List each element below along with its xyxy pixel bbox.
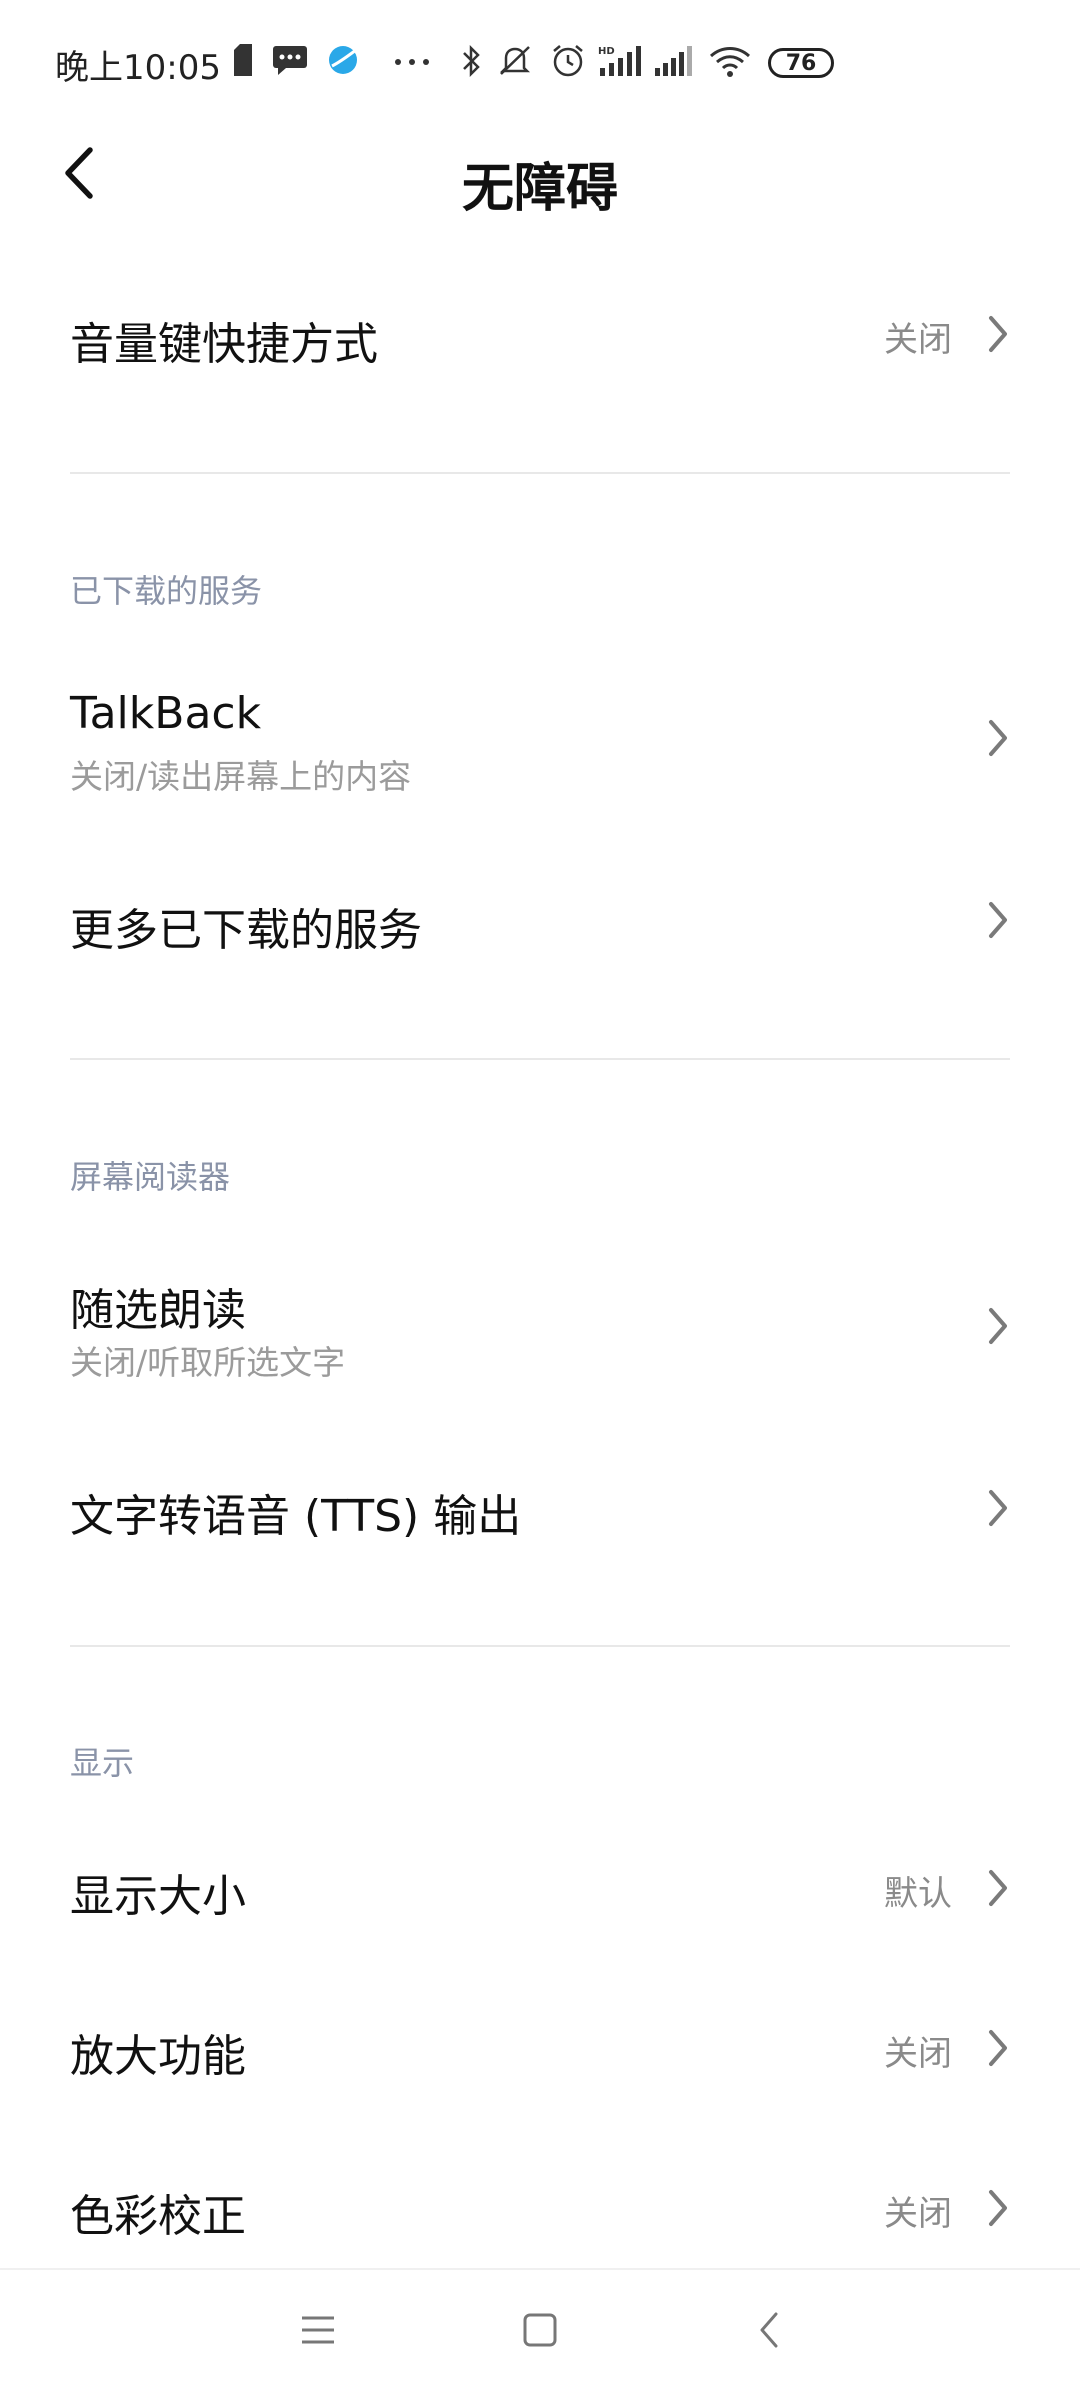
svg-text:HD: HD [598,46,615,57]
signal-icon [654,44,694,82]
select-to-speak-subtitle: 关闭/听取所选文字 [70,1343,346,1382]
chevron-right-icon [985,312,1011,360]
section-header-downloaded-services: 已下载的服务 [70,572,263,610]
alarm-icon [550,44,586,82]
more-dots-icon [392,44,432,80]
talkback-item[interactable]: TalkBack 关闭/读出屏幕上的内容 [0,660,1080,820]
chevron-right-icon [985,898,1011,946]
sim-card-icon [232,44,254,80]
section-header-display: 显示 [70,1744,135,1782]
mute-icon [496,44,534,82]
chevron-right-icon [985,716,1011,764]
more-downloaded-services-item[interactable]: 更多已下载的服务 [0,860,1080,980]
color-correction-item[interactable]: 色彩校正 关闭 [0,2150,1080,2260]
battery-icon: 76 [768,48,834,78]
chevron-right-icon [985,1486,1011,1534]
menu-icon[interactable] [300,2310,336,2354]
home-icon[interactable] [522,2310,558,2354]
talkback-title: TalkBack [70,688,262,739]
color-correction-value: 关闭 [884,2194,952,2234]
page-title: 无障碍 [461,159,618,219]
display-size-title: 显示大小 [70,1871,246,1922]
chevron-right-icon [985,2026,1011,2074]
status-time: 晚上10:05 [55,48,221,88]
magnification-title: 放大功能 [70,2031,246,2082]
section-header-screen-readers: 屏幕阅读器 [70,1158,231,1196]
volume-shortcut-item[interactable]: 音量键快捷方式 关闭 [0,270,1080,400]
app-notification-icon [326,44,360,80]
divider [70,472,1010,474]
color-correction-title: 色彩校正 [70,2191,246,2242]
magnification-item[interactable]: 放大功能 关闭 [0,1990,1080,2110]
chevron-right-icon [985,1866,1011,1914]
talkback-subtitle: 关闭/读出屏幕上的内容 [70,757,412,796]
status-bar: 晚上10:05 HD 76 [0,0,1080,130]
back-icon[interactable] [754,2310,784,2354]
divider [70,1058,1010,1060]
magnification-value: 关闭 [884,2034,952,2074]
volume-shortcut-title: 音量键快捷方式 [70,319,378,370]
message-icon [272,44,308,80]
volume-shortcut-value: 关闭 [884,320,952,360]
wifi-icon [708,44,752,82]
tts-output-item[interactable]: 文字转语音 (TTS) 输出 [0,1446,1080,1566]
chevron-right-icon [985,2186,1011,2234]
select-to-speak-title: 随选朗读 [70,1285,246,1336]
select-to-speak-item[interactable]: 随选朗读 关闭/听取所选文字 [0,1248,1080,1408]
bluetooth-icon [460,44,484,82]
chevron-right-icon [985,1304,1011,1352]
more-downloaded-services-title: 更多已下载的服务 [70,905,422,956]
battery-level: 76 [785,50,817,76]
hd-signal-icon: HD [598,44,642,82]
divider [70,1645,1010,1647]
display-size-item[interactable]: 显示大小 默认 [0,1830,1080,1950]
tts-output-title: 文字转语音 (TTS) 输出 [70,1491,522,1542]
display-size-value: 默认 [884,1874,952,1914]
